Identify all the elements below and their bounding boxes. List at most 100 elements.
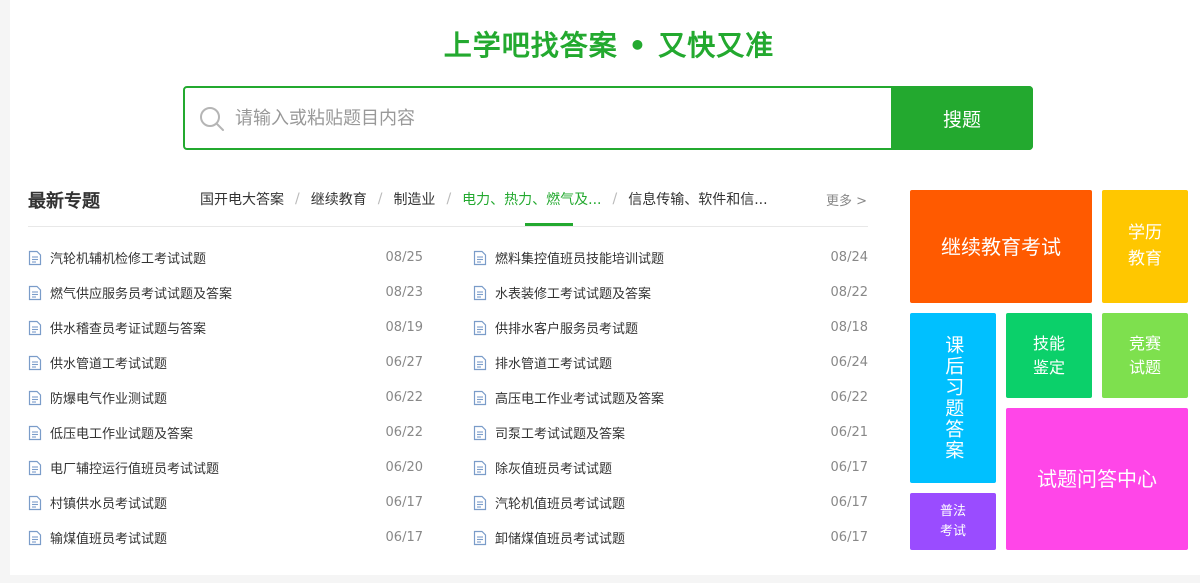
document-icon (28, 495, 42, 510)
document-icon (473, 390, 487, 405)
list-item-title[interactable]: 排水管道工考试试题 (495, 353, 831, 372)
list-item[interactable]: 排水管道工考试试题 06/24 (473, 345, 868, 380)
tile-label: 继续教育考试 (941, 234, 1061, 259)
document-icon (473, 250, 487, 265)
list-item[interactable]: 燃气供应服务员考试试题及答案 08/23 (28, 275, 423, 310)
list-item-title[interactable]: 水表装修工考试试题及答案 (495, 283, 831, 302)
list-item[interactable]: 输煤值班员考试试题 06/17 (28, 520, 423, 555)
document-icon (473, 285, 487, 300)
document-icon (28, 460, 42, 475)
tile-label: 普法考试 (939, 504, 966, 539)
topic-tabs: 国开电大答案 / 继续教育 / 制造业 / 电力、热力、燃气及... / 信息传… (200, 187, 810, 211)
search-button[interactable]: 搜题 (891, 86, 1033, 150)
search-icon (200, 107, 224, 131)
list-item-title[interactable]: 供排水客户服务员考试题 (495, 318, 831, 337)
list-item[interactable]: 防爆电气作业测试题 06/22 (28, 380, 423, 415)
tile-competition-questions[interactable]: 竞赛试题 (1102, 313, 1188, 398)
tab-separator: / (377, 191, 383, 207)
list-item-title[interactable]: 输煤值班员考试试题 (50, 528, 386, 547)
document-icon (28, 320, 42, 335)
list-item[interactable]: 供排水客户服务员考试题 08/18 (473, 310, 868, 345)
list-item[interactable]: 电厂辅控运行值班员考试试题 06/20 (28, 450, 423, 485)
more-link[interactable]: 更多 > (826, 190, 867, 209)
search-input[interactable] (235, 88, 885, 148)
tab-separator: / (446, 191, 452, 207)
tab-separator: / (612, 191, 618, 207)
list-item-title[interactable]: 高压电工作业考试试题及答案 (495, 388, 831, 407)
document-icon (473, 460, 487, 475)
document-icon (28, 425, 42, 440)
list-item-date: 06/17 (385, 495, 423, 510)
tab-separator: / (295, 191, 300, 207)
list-item-date: 06/22 (385, 425, 423, 440)
tab-manufacturing[interactable]: 制造业 (393, 189, 435, 209)
divider (28, 226, 868, 227)
list-item-date: 08/24 (830, 250, 868, 265)
list-item[interactable]: 供水稽查员考证试题与答案 08/19 (28, 310, 423, 345)
list-item[interactable]: 燃料集控值班员技能培训试题 08/24 (473, 240, 868, 275)
list-item[interactable]: 水表装修工考试试题及答案 08/22 (473, 275, 868, 310)
list-item[interactable]: 低压电工作业试题及答案 06/22 (28, 415, 423, 450)
list-item-title[interactable]: 电厂辅控运行值班员考试试题 (50, 458, 386, 477)
document-icon (28, 250, 42, 265)
list-item-title[interactable]: 燃气供应服务员考试试题及答案 (50, 283, 386, 302)
list-item-date: 06/24 (830, 355, 868, 370)
document-icon (28, 390, 42, 405)
tile-homework-answers[interactable]: 课后习题答案 (910, 313, 996, 483)
list-item-title[interactable]: 汽轮机值班员考试试题 (495, 493, 831, 512)
list-item-title[interactable]: 防爆电气作业测试题 (50, 388, 386, 407)
tab-continuing-education[interactable]: 继续教育 (311, 189, 367, 209)
list-item-title[interactable]: 村镇供水员考试试题 (50, 493, 386, 512)
tile-label: 学历教育 (1128, 223, 1162, 269)
list-item-title[interactable]: 低压电工作业试题及答案 (50, 423, 386, 442)
list-item-date: 08/25 (385, 250, 423, 265)
list-item-title[interactable]: 司泵工考试试题及答案 (495, 423, 831, 442)
document-icon (473, 425, 487, 440)
list-item-date: 06/22 (830, 390, 868, 405)
list-item[interactable]: 除灰值班员考试试题 06/17 (473, 450, 868, 485)
tile-label: 技能鉴定 (1032, 333, 1065, 377)
tile-qa-center[interactable]: 试题问答中心 (1006, 408, 1188, 550)
list-item-date: 06/17 (385, 530, 423, 545)
tab-it-software[interactable]: 信息传输、软件和信... (628, 189, 767, 209)
tile-label: 试题问答中心 (1037, 467, 1157, 491)
list-item-title[interactable]: 供水稽查员考证试题与答案 (50, 318, 386, 337)
list-item-date: 06/21 (830, 425, 868, 440)
list-item-date: 08/23 (385, 285, 423, 300)
tile-skill-appraisal[interactable]: 技能鉴定 (1006, 313, 1092, 398)
list-item-title[interactable]: 卸储煤值班员考试试题 (495, 528, 831, 547)
list-item-title[interactable]: 除灰值班员考试试题 (495, 458, 831, 477)
tab-guokai[interactable]: 国开电大答案 (200, 189, 284, 209)
tile-continuing-education[interactable]: 继续教育考试 (910, 190, 1092, 303)
document-icon (28, 355, 42, 370)
tile-law-exam[interactable]: 普法考试 (910, 493, 996, 550)
document-icon (473, 530, 487, 545)
list-item[interactable]: 供水管道工考试试题 06/27 (28, 345, 423, 380)
list-item[interactable]: 司泵工考试试题及答案 06/21 (473, 415, 868, 450)
tile-academic-education[interactable]: 学历教育 (1102, 190, 1188, 303)
list-item-date: 06/27 (385, 355, 423, 370)
list-item[interactable]: 高压电工作业考试试题及答案 06/22 (473, 380, 868, 415)
tile-label: 课后习题答案 (942, 335, 965, 461)
document-icon (473, 320, 487, 335)
list-item-title[interactable]: 汽轮机辅机检修工考试试题 (50, 248, 386, 267)
tab-power-heat-gas[interactable]: 电力、热力、燃气及... (462, 189, 601, 209)
document-icon (473, 495, 487, 510)
search-box: 搜题 (183, 86, 1033, 150)
list-item-date: 06/22 (385, 390, 423, 405)
list-item-date: 08/19 (385, 320, 423, 335)
tile-label: 竞赛试题 (1128, 333, 1161, 377)
list-item-title[interactable]: 燃料集控值班员技能培训试题 (495, 248, 831, 267)
list-item-date: 08/22 (830, 285, 868, 300)
document-icon (473, 355, 487, 370)
list-item-date: 06/17 (830, 530, 868, 545)
list-item[interactable]: 卸储煤值班员考试试题 06/17 (473, 520, 868, 555)
document-icon (28, 285, 42, 300)
topic-list-left: 汽轮机辅机检修工考试试题 08/25 燃气供应服务员考试试题及答案 08/23 供水稽查… (28, 240, 423, 555)
page-slogan: 上学吧找答案 • 又快又准 (443, 29, 775, 62)
list-item-date: 06/17 (830, 460, 868, 475)
list-item[interactable]: 汽轮机辅机检修工考试试题 08/25 (28, 240, 423, 275)
list-item[interactable]: 村镇供水员考试试题 06/17 (28, 485, 423, 520)
list-item[interactable]: 汽轮机值班员考试试题 06/17 (473, 485, 868, 520)
list-item-title[interactable]: 供水管道工考试试题 (50, 353, 386, 372)
